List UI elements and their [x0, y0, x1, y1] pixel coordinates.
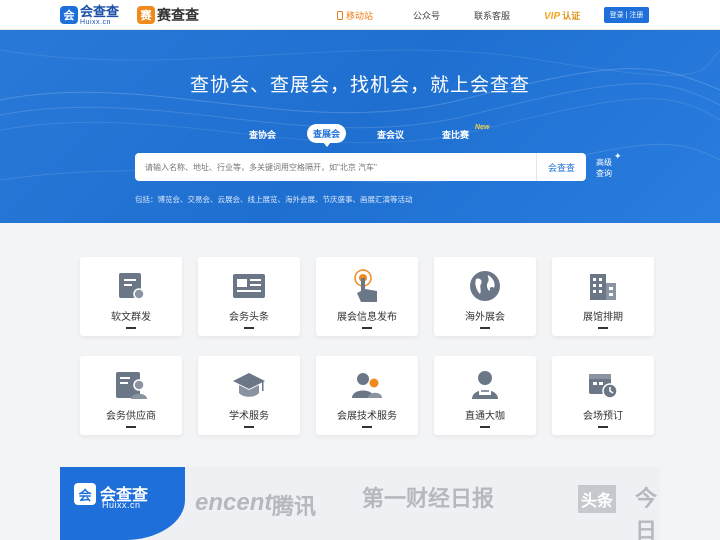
login-separator: |	[625, 11, 628, 19]
service-label: 会务供应商	[106, 411, 156, 422]
partner-logo-jinri: 今日	[635, 486, 658, 540]
nav-wechat-label: 公众号	[413, 10, 441, 21]
huixx-logo-domain: Huixx.cn	[102, 500, 141, 510]
hero-banner: 查协会、查展会，找机会，就上会查查 查协会 查展会 查会议 查比赛 New 会查…	[0, 30, 720, 223]
saichacha-logo-name: 赛查查	[157, 7, 199, 23]
huixx-logo[interactable]: 会 会查查 Huixx.cn	[60, 4, 119, 26]
vip-icon: VIP 认证	[544, 9, 580, 22]
partner-logo-cbn: 第一财经日报	[362, 486, 495, 511]
service-label: 展会信息发布	[337, 312, 397, 323]
service-card-venue-booking[interactable]: 会场预订	[552, 356, 654, 435]
partner-logo-toutiao: 头条	[578, 485, 617, 513]
card-underline	[480, 426, 490, 428]
id-card-icon	[113, 367, 149, 403]
service-label: 会展技术服务	[337, 411, 397, 422]
login-register-button[interactable]: 登录 | 注册	[604, 7, 649, 23]
service-card-publish-exhibition[interactable]: 展会信息发布	[316, 257, 418, 336]
service-card-news[interactable]: 会务头条	[198, 257, 300, 336]
nav-vip[interactable]: VIP 认证	[544, 0, 580, 30]
huixx-logo-name: 会查查	[80, 3, 120, 19]
top-bar: 会 会查查 Huixx.cn 赛 赛查查 移动站 公众号 联系客服 VIP 认证 …	[0, 0, 720, 30]
service-label: 学术服务	[229, 411, 269, 422]
vip-person-icon	[467, 367, 503, 403]
service-card-suppliers[interactable]: 会务供应商	[80, 356, 182, 435]
saichacha-logo[interactable]: 赛 赛查查	[137, 5, 199, 25]
service-label: 海外展会	[465, 312, 505, 323]
graduation-cap-icon	[231, 367, 267, 403]
user-group-icon	[349, 367, 385, 403]
tab-exhibitions[interactable]: 查展会	[307, 124, 347, 147]
card-underline	[126, 426, 136, 428]
search-box: 会查查	[135, 153, 586, 181]
card-underline	[480, 327, 490, 329]
service-card-overseas-exhibitions[interactable]: 海外展会	[434, 257, 536, 336]
new-badge: New	[475, 124, 490, 131]
service-card-tech-services[interactable]: 会展技术服务	[316, 356, 418, 435]
sparkle-icon: ✦	[614, 151, 622, 161]
search-tabs: 查协会 查展会 查会议 查比赛 New	[0, 124, 720, 147]
advanced-search-link[interactable]: 高级 查询	[596, 157, 612, 179]
huixx-logo-mark: 会	[60, 6, 78, 24]
huixx-logo-domain: Huixx.cn	[80, 18, 111, 26]
service-card-experts[interactable]: 直通大咖	[434, 356, 536, 435]
tap-icon	[349, 268, 385, 304]
partner-logo-tencent: encent	[195, 489, 273, 516]
service-label: 会场预订	[583, 411, 623, 422]
nav-mobile-site[interactable]: 移动站	[337, 0, 373, 30]
service-card-venue-schedule[interactable]: 展馆排期	[552, 257, 654, 336]
service-card-article-distribution[interactable]: 软文群发	[80, 257, 182, 336]
hero-slogan: 查协会、查展会，找机会，就上会查查	[189, 75, 530, 96]
service-card-academic[interactable]: 学术服务	[198, 356, 300, 435]
card-underline	[244, 426, 254, 428]
huixx-logo-mark: 会	[74, 483, 96, 505]
phone-icon	[337, 10, 343, 20]
nav-service-label: 联系客服	[474, 10, 511, 21]
partner-logo-tencent-cn: 腾讯	[272, 494, 317, 519]
service-label: 会务头条	[229, 312, 269, 323]
advanced-search-line2: 查询	[596, 169, 612, 178]
saichacha-logo-mark: 赛	[137, 6, 155, 24]
calendar-clock-icon	[585, 367, 621, 403]
partner-banner: 会 会查查 Huixx.cn encent 腾讯 第一财经日报 头条 今日	[60, 467, 660, 540]
building-icon	[585, 268, 621, 304]
register-link[interactable]: 注册	[629, 10, 643, 20]
search-input[interactable]	[145, 153, 525, 181]
card-underline	[598, 327, 608, 329]
card-underline	[126, 327, 136, 329]
globe-icon	[467, 268, 503, 304]
vip-suffix: 认证	[562, 10, 581, 21]
service-label: 软文群发	[111, 312, 151, 323]
search-includes-note: 包括：博览会、交易会、云展会、线上展览、海外会展、节庆盛事、画展汇演等活动	[135, 195, 413, 204]
tab-competitions[interactable]: 查比赛	[442, 128, 469, 141]
service-label: 展馆排期	[583, 312, 623, 323]
search-button[interactable]: 会查查	[536, 153, 586, 181]
card-underline	[362, 327, 372, 329]
nav-customer-service[interactable]: 联系客服	[474, 0, 510, 30]
nav-wechat[interactable]: 公众号	[413, 0, 440, 30]
advanced-search-line1: 高级	[596, 158, 612, 167]
vip-label: VIP	[544, 10, 561, 22]
tab-associations[interactable]: 查协会	[249, 128, 276, 141]
card-underline	[598, 426, 608, 428]
card-underline	[244, 327, 254, 329]
card-underline	[362, 426, 372, 428]
nav-mobile-label: 移动站	[346, 10, 374, 21]
document-send-icon	[113, 268, 149, 304]
login-link[interactable]: 登录	[610, 10, 624, 20]
service-label: 直通大咖	[465, 411, 505, 422]
newspaper-icon	[231, 268, 267, 304]
tab-conferences[interactable]: 查会议	[377, 128, 404, 141]
